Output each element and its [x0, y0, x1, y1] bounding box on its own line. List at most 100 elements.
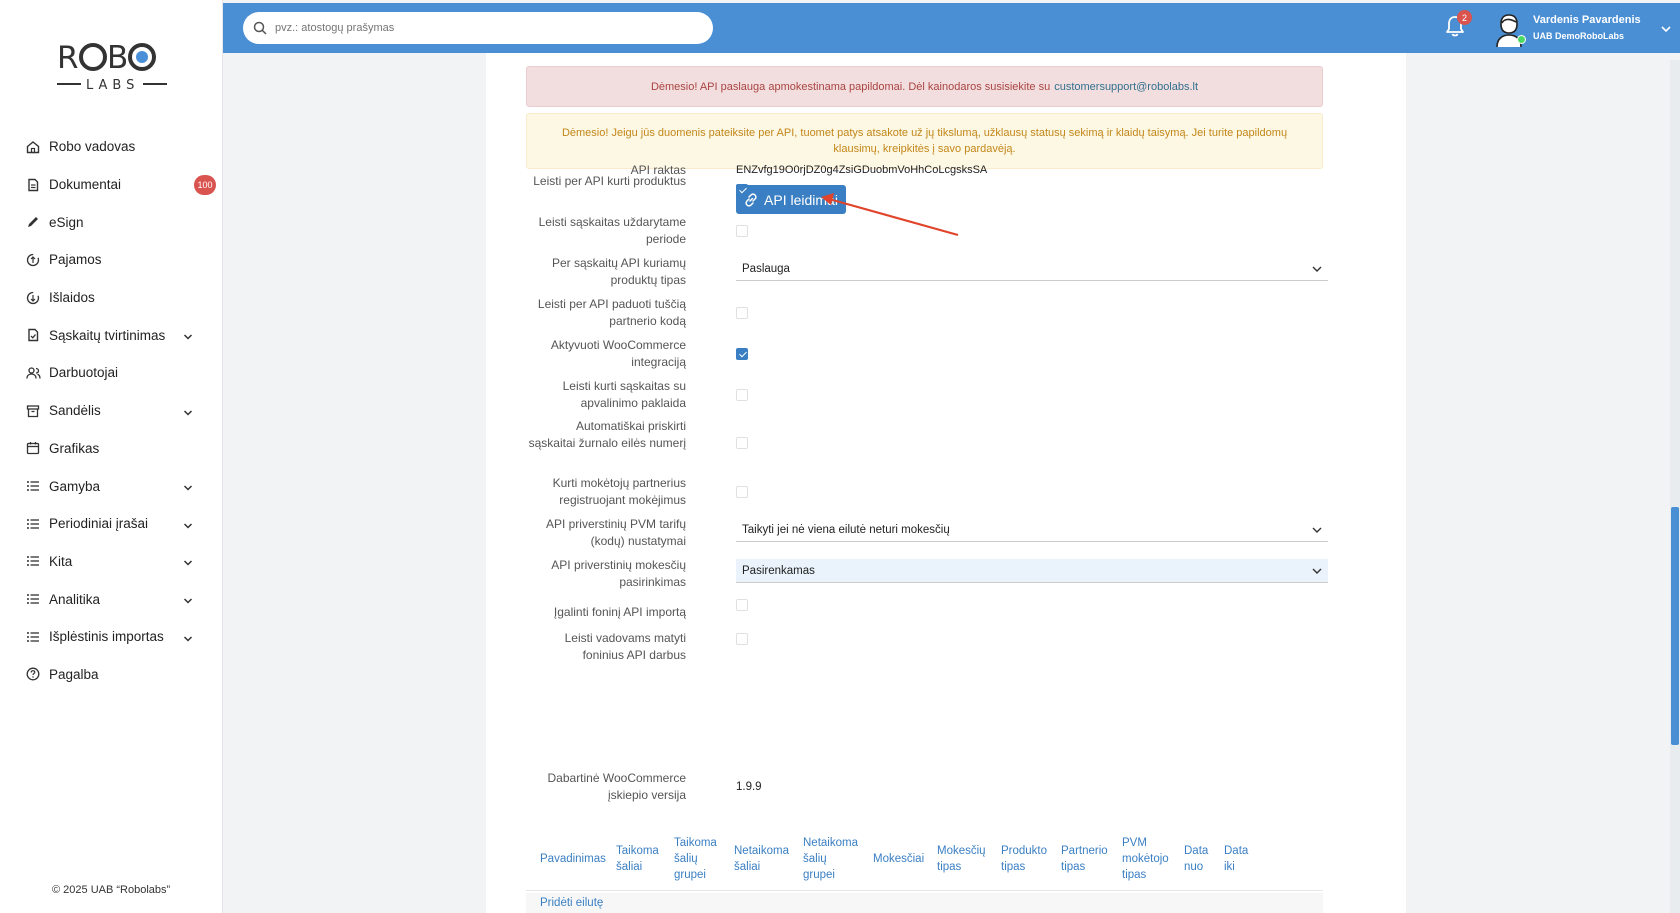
field-1-checkbox[interactable]: [736, 184, 748, 196]
scrollbar-track[interactable]: [1670, 60, 1680, 913]
top-bar: 2 Vardenis Pavardenis UAB DemoRoboLabs: [223, 3, 1680, 53]
field-10-select[interactable]: Pasirenkamas: [736, 559, 1328, 583]
sidebar-item-sandelis[interactable]: Sandėlis: [0, 392, 223, 430]
sidebar-item-label: Sandėlis: [49, 403, 101, 419]
field-9-select-value: Taikyti jei nė viena eilutė neturi mokes…: [742, 523, 950, 536]
add-row-bar: Pridėti eilutę: [526, 893, 1323, 913]
api-pricing-alert-text: Dėmesio! API paslauga apmokestinama papi…: [650, 80, 1051, 93]
sidebar-item-islaidos[interactable]: Išlaidos: [0, 279, 223, 317]
search-bar[interactable]: [243, 12, 713, 44]
add-row-link[interactable]: Pridėti eilutę: [540, 897, 603, 909]
field-6-checkbox[interactable]: [736, 389, 748, 401]
api-pricing-alert: Dėmesio! API paslauga apmokestinama papi…: [526, 66, 1323, 107]
field-3-select[interactable]: Paslauga: [736, 257, 1328, 281]
chevron-down-icon: [1312, 566, 1322, 576]
sidebar-item-label: eSign: [49, 214, 84, 230]
field-8-checkbox[interactable]: [736, 486, 748, 498]
table-header-cell[interactable]: Pavadinimas: [540, 851, 610, 867]
sidebar-item-isplestinis-importas[interactable]: Išplėstinis importas: [0, 618, 223, 656]
home-icon: [25, 139, 41, 155]
table-header-cell[interactable]: Data iki: [1224, 843, 1259, 875]
field-12-checkbox[interactable]: [736, 633, 748, 645]
user-name[interactable]: Vardenis Pavardenis: [1533, 14, 1641, 26]
users-icon: [25, 365, 41, 381]
chevron-down-icon[interactable]: [1660, 23, 1672, 35]
sidebar-item-esign[interactable]: eSign: [0, 203, 223, 241]
field-7-label: Automatiškai priskirti sąskaitai žurnalo…: [528, 419, 686, 450]
annotation-arrow: [821, 193, 959, 237]
sidebar-item-label: Dokumentai: [49, 177, 122, 193]
chevron-down-icon[interactable]: [183, 556, 193, 566]
copyright: © 2025 UAB “Robolabs”: [52, 884, 171, 896]
chevron-down-icon[interactable]: [183, 632, 193, 642]
field-11-checkbox[interactable]: [736, 599, 748, 611]
sidebar-item-dokumentai[interactable]: Dokumentai 100: [0, 166, 223, 204]
sidebar-item-pagalba[interactable]: Pagalba: [0, 656, 223, 694]
table-header-cell[interactable]: Taikoma šaliai: [616, 843, 666, 875]
list-icon: [25, 553, 41, 569]
sidebar-item-robo-vadovas[interactable]: Robo vadovas: [0, 128, 223, 166]
field-4-checkbox[interactable]: [736, 307, 748, 319]
table-header-cell[interactable]: Partnerio tipas: [1061, 843, 1111, 875]
list-icon: [25, 516, 41, 532]
document-icon: [25, 177, 41, 193]
chevron-down-icon[interactable]: [183, 481, 193, 491]
chevron-down-icon[interactable]: [183, 330, 193, 340]
field-9-select[interactable]: Taikyti jei nė viena eilutė neturi mokes…: [736, 518, 1328, 542]
list-icon: [25, 591, 41, 607]
search-input[interactable]: [275, 22, 713, 34]
table-header-cell[interactable]: Produkto tipas: [1001, 843, 1051, 875]
field-12-label: Leisti vadovams matyti foninius API darb…: [564, 631, 686, 662]
field-5-checkbox[interactable]: [736, 348, 748, 360]
table-header-cell[interactable]: PVM mokėtojo tipas: [1122, 835, 1177, 883]
sidebar: R B LABS Robo vadovas Dokumentai 100 eSign P…: [0, 0, 223, 913]
table-header-cell[interactable]: Data nuo: [1184, 843, 1219, 875]
sidebar-item-label: Išplėstinis importas: [49, 629, 164, 645]
woocommerce-version-label: Dabartinė WooCommerce įskiepio versija: [547, 771, 687, 802]
field-10-label: API priverstinių mokesčių pasirinkimas: [551, 558, 686, 589]
tax-rules-table-header: Pavadinimas Taikoma šaliai Taikoma šalių g…: [526, 831, 1323, 891]
support-email-link[interactable]: customersupport@robolabs.lt: [1054, 81, 1198, 93]
sidebar-item-label: Sąskaitų tvirtinimas: [49, 327, 166, 343]
table-header-cell[interactable]: Mokesčių tipas: [937, 843, 992, 875]
sidebar-item-periodiniai-irasai[interactable]: Periodiniai įrašai: [0, 505, 223, 543]
user-company: UAB DemoRoboLabs: [1533, 31, 1625, 41]
sidebar-item-saskaitu-tvirtinimas[interactable]: Sąskaitų tvirtinimas: [0, 316, 223, 354]
chevron-down-icon[interactable]: [183, 594, 193, 604]
sidebar-item-grafikas[interactable]: Grafikas: [0, 430, 223, 468]
sidebar-item-label: Pajamos: [49, 252, 102, 268]
sidebar-item-label: Robo vadovas: [49, 139, 136, 155]
svg-text:LABS: LABS: [86, 78, 139, 93]
sidebar-item-kita[interactable]: Kita: [0, 543, 223, 581]
robolabs-logo-mark: R B LABS: [57, 40, 167, 93]
field-1-label: Leisti per API kurti produktus: [533, 174, 686, 188]
sidebar-item-darbuotojai[interactable]: Darbuotojai: [0, 354, 223, 392]
api-settings-card: Dėmesio! API paslauga apmokestinama papi…: [486, 53, 1406, 913]
table-header-cell[interactable]: Netaikoma šaliai: [734, 843, 794, 875]
sidebar-item-label: Gamyba: [49, 478, 101, 494]
sidebar-item-pajamos[interactable]: Pajamos: [0, 241, 223, 279]
table-header-cell[interactable]: Netaikoma šalių grupei: [803, 835, 861, 883]
table-header-cell[interactable]: Taikoma šalių grupei: [674, 835, 726, 883]
sidebar-item-analitika[interactable]: Analitika: [0, 580, 223, 618]
field-3-label: Per sąskaitų API kuriamų produktų tipas: [551, 256, 686, 287]
field-7-checkbox[interactable]: [736, 437, 748, 449]
robolabs-logo[interactable]: R B LABS: [55, 38, 170, 94]
sidebar-item-label: Grafikas: [49, 440, 100, 456]
api-key-value: ENZvfg19O0rjDZ0g4ZsiGDuobmVoHhCoLcgsksSA: [736, 164, 988, 176]
list-icon: [25, 478, 41, 494]
field-11-label: Įgalinti foninį API importą: [553, 605, 686, 619]
chevron-down-icon[interactable]: [183, 406, 193, 416]
sidebar-item-gamyba[interactable]: Gamyba: [0, 467, 223, 505]
field-4-label: Leisti per API paduoti tuščią partnerio …: [537, 297, 686, 328]
field-2-checkbox[interactable]: [736, 225, 748, 237]
chevron-down-icon[interactable]: [183, 519, 193, 529]
woocommerce-version-value: 1.9.9: [736, 781, 762, 793]
scrollbar-thumb[interactable]: [1671, 507, 1679, 745]
sidebar-item-label: Darbuotojai: [49, 365, 119, 381]
search-icon: [253, 21, 267, 35]
table-header-cell[interactable]: Mokesčiai: [873, 851, 928, 867]
sidebar-item-label: Išlaidos: [49, 290, 95, 306]
field-3-select-value: Paslauga: [742, 262, 790, 275]
sidebar-item-label: Periodiniai įrašai: [49, 516, 149, 532]
